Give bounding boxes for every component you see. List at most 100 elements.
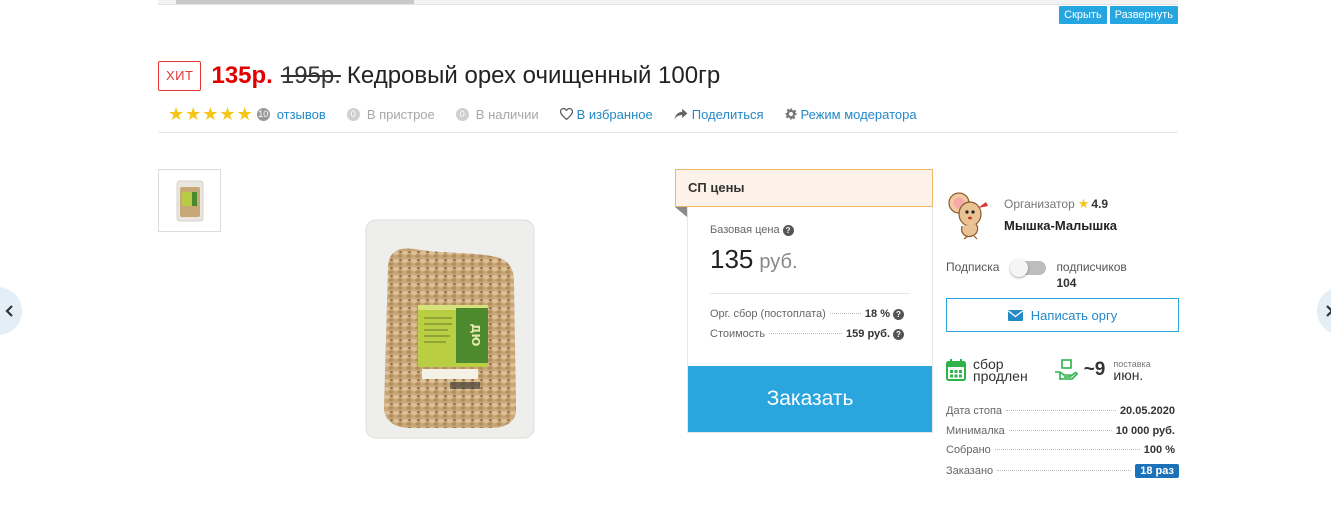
ordered-label: Заказано: [946, 464, 994, 477]
organizer-name[interactable]: Мышка-Малышка: [1004, 218, 1117, 233]
organizer-header: Организатор ★ 4.9 Мышка-Малышка: [946, 190, 1179, 240]
sp-separator: [710, 293, 910, 294]
delivery-value: ~9: [1083, 359, 1106, 380]
product-photo: ДЮ: [365, 219, 535, 439]
collect-status: сбор продлен: [946, 357, 1028, 384]
attach-label: В пристрое: [366, 106, 435, 122]
toggle-knob: [1010, 259, 1029, 277]
delivery-status: ~9 поставка июн.: [1054, 358, 1151, 382]
top-scrollbar[interactable]: [158, 0, 1178, 5]
delivery-month: июн.: [1113, 366, 1144, 383]
minimum-row: Минималка 10 000 руб.: [946, 425, 1179, 445]
product-meta-row: ★ ★ ★ ★ ★ 10 отзывов 0 В пристрое 0 В на…: [168, 105, 938, 123]
write-organizer-label: Написать оргу: [1030, 307, 1118, 323]
star-icon: ★: [168, 104, 185, 124]
ordered-row: Заказано 18 раз: [946, 463, 1179, 484]
share-label: Поделиться: [691, 106, 764, 122]
svg-text:ДЮ: ДЮ: [469, 324, 482, 347]
product-thumbnail[interactable]: [158, 169, 221, 232]
base-price-label-row: Базовая цена ?: [688, 207, 932, 236]
minimum-value: 10 000 руб.: [1115, 424, 1175, 437]
sp-header-fold: [675, 207, 687, 217]
order-button[interactable]: Заказать: [688, 366, 932, 432]
fee-row: Орг. сбор (постоплата) 18 %?: [688, 308, 904, 320]
share-icon: [674, 108, 688, 120]
gear-icon: [785, 108, 797, 120]
sp-prices-header: СП цены: [675, 169, 933, 207]
chevron-left-icon: [5, 305, 13, 317]
organizer-avatar[interactable]: [946, 190, 992, 240]
star-icon: ★: [1077, 196, 1090, 211]
rating-stars[interactable]: ★ ★ ★ ★ ★: [168, 105, 253, 123]
cost-row: Стоимость 159 руб.?: [688, 328, 904, 340]
fee-value: 18 %: [864, 308, 890, 320]
subscribers-label: подписчиков: [1056, 260, 1127, 274]
share-link[interactable]: Поделиться: [674, 107, 764, 122]
stock-count: 0: [455, 107, 469, 121]
subscribe-label: Подписка: [946, 260, 1000, 274]
product-title-row: ХИТ 135р. 195р. Кедровый орех очищенный …: [158, 61, 720, 91]
expand-button[interactable]: Развернуть: [1109, 6, 1178, 24]
top-actions: Скрыть Развернуть: [1059, 6, 1178, 24]
collected-value: 100 %: [1143, 444, 1175, 456]
stock-label: В наличии: [475, 106, 539, 122]
hide-button[interactable]: Скрыть: [1059, 6, 1107, 24]
help-icon[interactable]: ?: [893, 328, 904, 340]
organizer-rating-value: 4.9: [1091, 197, 1109, 211]
help-icon[interactable]: ?: [893, 308, 904, 320]
organizer-panel: Организатор ★ 4.9 Мышка-Малышка Подписка…: [946, 190, 1179, 483]
help-icon[interactable]: ?: [782, 224, 794, 236]
sp-prices-panel: СП цены Базовая цена ? 135 руб. Орг. сбор…: [675, 169, 933, 433]
subscribers-count: 104: [1056, 276, 1077, 290]
star-icon: ★: [185, 104, 202, 124]
purchase-stats: Дата стопа 20.05.2020 Минималка 10 000 р…: [946, 405, 1179, 483]
base-price-currency: руб.: [759, 251, 798, 273]
reviews-link[interactable]: отзывов: [277, 107, 326, 122]
product-name: Кедровый орех очищенный 100гр: [346, 62, 721, 89]
write-organizer-button[interactable]: Написать оргу: [946, 298, 1179, 332]
fee-label: Орг. сбор (постоплата): [710, 308, 826, 320]
envelope-icon: [1007, 309, 1023, 321]
subscription-row: Подписка подписчиков 104: [946, 259, 1179, 290]
attach-count: 0: [346, 107, 360, 121]
organizer-rating: ★ 4.9: [1078, 196, 1108, 212]
price-new: 135р.: [211, 62, 273, 89]
moderator-label: Режим модератора: [800, 106, 917, 122]
sp-prices-body: Базовая цена ? 135 руб. Орг. сбор (постоп…: [687, 207, 933, 433]
minimum-label: Минималка: [946, 424, 1005, 437]
star-icon: ★: [219, 104, 236, 124]
calendar-icon: [946, 359, 966, 381]
chevron-right-icon: [1326, 305, 1331, 317]
collect-status-line2: продлен: [973, 368, 1028, 384]
scrollbar-thumb[interactable]: [176, 0, 414, 4]
product-thumbnail-image: [176, 180, 203, 221]
price-old: 195р.: [280, 62, 341, 89]
star-icon: ★: [202, 104, 219, 124]
favorite-label: В избранное: [576, 106, 653, 122]
collected-label: Собрано: [946, 444, 991, 456]
stop-date-label: Дата стопа: [946, 405, 1003, 417]
reviews-count: 10: [256, 107, 270, 121]
base-price-value: 135: [710, 244, 754, 274]
organizer-label: Организатор: [1004, 197, 1075, 211]
base-price-label: Базовая цена: [710, 224, 780, 236]
subscribe-toggle[interactable]: [1010, 259, 1047, 277]
ordered-badge[interactable]: 18 раз: [1135, 463, 1179, 478]
prev-product-button[interactable]: [0, 287, 22, 335]
next-product-button[interactable]: [1317, 287, 1331, 335]
product-main-image[interactable]: ДЮ: [330, 170, 566, 482]
status-row: сбор продлен ~9 поставка июн.: [946, 357, 1179, 384]
hit-badge: ХИТ: [158, 61, 202, 91]
moderator-link[interactable]: Режим модератора: [785, 107, 917, 122]
organizer-label-row: Организатор ★ 4.9: [1004, 196, 1117, 212]
stop-date-row: Дата стопа 20.05.2020: [946, 405, 1179, 425]
base-price: 135 руб.: [688, 236, 932, 275]
cost-label: Стоимость: [710, 328, 766, 340]
collected-row: Собрано 100 %: [946, 444, 1179, 464]
star-icon: ★: [236, 104, 253, 124]
favorite-link[interactable]: В избранное: [559, 106, 653, 122]
header-divider: [158, 132, 1178, 133]
stop-date-value: 20.05.2020: [1119, 405, 1175, 417]
heart-icon: [559, 108, 573, 120]
cost-value: 159 руб.: [846, 328, 890, 340]
